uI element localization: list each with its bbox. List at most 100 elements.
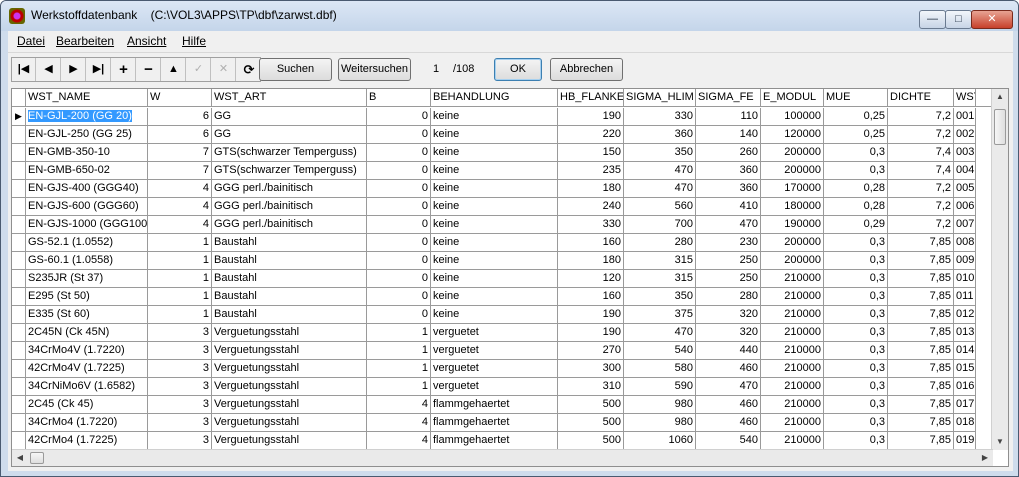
scroll-up-icon[interactable]: ▲ [992, 89, 1008, 105]
table-cell[interactable]: 7,85 [888, 252, 954, 270]
table-cell[interactable]: flammgehaertet [431, 432, 558, 450]
table-cell[interactable]: verguetet [431, 378, 558, 396]
table-cell[interactable]: EN-GJS-400 (GGG40) [26, 180, 148, 198]
table-cell[interactable]: 7,85 [888, 378, 954, 396]
table-row[interactable]: GS-52.1 (1.0552) 1 Baustahl 0 keine 160 280 230… [12, 234, 1008, 252]
table-row[interactable]: E295 (St 50) 1 Baustahl 0 keine 160 350 280 2100… [12, 288, 1008, 306]
table-cell[interactable]: keine [431, 270, 558, 288]
table-cell[interactable]: 4 [367, 396, 431, 414]
table-cell[interactable]: 0 [367, 216, 431, 234]
table-cell[interactable]: 0,3 [824, 144, 888, 162]
prior-record-icon[interactable]: ◀ [37, 58, 61, 81]
table-cell[interactable]: 240 [558, 198, 624, 216]
table-cell[interactable]: GGG perl./bainitisch [212, 180, 367, 198]
table-cell[interactable]: 180 [558, 252, 624, 270]
table-cell[interactable]: 980 [624, 396, 696, 414]
post-record-icon[interactable]: ✓ [187, 58, 211, 81]
table-row[interactable]: 34CrMo4V (1.7220) 3 Verguetungsstahl 1 vergu… [12, 342, 1008, 360]
refresh-icon[interactable]: ⟳ [237, 58, 261, 81]
table-cell[interactable]: 190000 [761, 216, 824, 234]
table-row[interactable]: EN-GJS-400 (GGG40) 4 GGG perl./bainitisch 0… [12, 180, 1008, 198]
table-cell[interactable]: 0 [367, 162, 431, 180]
table-cell[interactable]: 010 [954, 270, 976, 288]
table-cell[interactable]: 560 [624, 198, 696, 216]
table-cell[interactable]: keine [431, 162, 558, 180]
table-cell[interactable]: 4 [148, 180, 212, 198]
table-cell[interactable]: GG [212, 126, 367, 144]
table-cell[interactable]: 0,3 [824, 342, 888, 360]
table-cell[interactable]: 250 [696, 252, 761, 270]
table-cell[interactable]: 470 [696, 216, 761, 234]
table-cell[interactable]: 540 [624, 342, 696, 360]
table-cell[interactable]: 440 [696, 342, 761, 360]
table-cell[interactable]: 2C45N (Ck 45N) [26, 324, 148, 342]
table-cell[interactable]: 210000 [761, 270, 824, 288]
table-cell[interactable]: 007 [954, 216, 976, 234]
table-cell[interactable]: 34CrMo4 (1.7220) [26, 414, 148, 432]
table-cell[interactable]: 200000 [761, 162, 824, 180]
table-cell[interactable]: 360 [696, 180, 761, 198]
table-cell[interactable]: 350 [624, 144, 696, 162]
table-cell[interactable]: keine [431, 234, 558, 252]
cancel-button[interactable]: Abbrechen [550, 58, 623, 81]
table-row[interactable]: 34CrNiMo6V (1.6582) 3 Verguetungsstahl 1 ver… [12, 378, 1008, 396]
table-cell[interactable]: 0 [367, 306, 431, 324]
table-cell[interactable]: 210000 [761, 396, 824, 414]
table-cell[interactable]: Baustahl [212, 288, 367, 306]
table-cell[interactable]: 009 [954, 252, 976, 270]
table-cell[interactable]: 0,25 [824, 126, 888, 144]
table-cell[interactable]: 0,3 [824, 324, 888, 342]
table-cell[interactable]: 7,85 [888, 324, 954, 342]
row-indicator[interactable] [12, 378, 26, 396]
table-row[interactable]: 34CrMo4 (1.7220) 3 Verguetungsstahl 4 flammg… [12, 414, 1008, 432]
table-cell[interactable]: keine [431, 288, 558, 306]
table-cell[interactable]: 6 [148, 108, 212, 126]
table-cell[interactable]: 0 [367, 270, 431, 288]
table-cell[interactable]: 260 [696, 144, 761, 162]
table-cell[interactable]: S235JR (St 37) [26, 270, 148, 288]
column-header[interactable]: W [148, 89, 212, 107]
table-cell[interactable]: 360 [624, 126, 696, 144]
horizontal-scrollbar[interactable]: ◀ ▶ [12, 449, 993, 466]
table-cell[interactable]: 700 [624, 216, 696, 234]
table-cell[interactable]: 1 [148, 234, 212, 252]
table-cell[interactable]: 460 [696, 396, 761, 414]
table-cell[interactable]: keine [431, 126, 558, 144]
table-cell[interactable]: 1 [148, 270, 212, 288]
table-cell[interactable]: keine [431, 180, 558, 198]
vertical-scroll-thumb[interactable] [994, 109, 1006, 145]
vertical-scrollbar[interactable]: ▲ ▼ [991, 89, 1008, 450]
table-cell[interactable]: 220 [558, 126, 624, 144]
table-cell[interactable]: 1060 [624, 432, 696, 450]
table-cell[interactable]: 7,4 [888, 144, 954, 162]
table-cell[interactable]: 320 [696, 324, 761, 342]
table-cell[interactable]: 200000 [761, 252, 824, 270]
table-cell[interactable]: 470 [696, 378, 761, 396]
table-cell[interactable]: keine [431, 198, 558, 216]
table-row[interactable]: EN-GJS-1000 (GGG100) 4 GGG perl./bainitisc… [12, 216, 1008, 234]
table-cell[interactable]: 580 [624, 360, 696, 378]
table-cell[interactable]: 0,3 [824, 234, 888, 252]
table-cell[interactable]: 280 [624, 234, 696, 252]
table-cell[interactable]: 0,3 [824, 432, 888, 450]
table-cell[interactable]: 0 [367, 144, 431, 162]
table-cell[interactable]: 120000 [761, 126, 824, 144]
table-cell[interactable]: 0,3 [824, 414, 888, 432]
table-cell[interactable]: 014 [954, 342, 976, 360]
table-cell[interactable]: 0,3 [824, 306, 888, 324]
table-cell[interactable]: EN-GMB-650-02 [26, 162, 148, 180]
table-cell[interactable]: 470 [624, 180, 696, 198]
table-cell[interactable]: 4 [367, 432, 431, 450]
table-cell[interactable]: 0 [367, 288, 431, 306]
title-bar[interactable]: Werkstoffdatenbank (C:\VOL3\APPS\TP\dbf\… [1, 1, 1018, 31]
table-cell[interactable]: 210000 [761, 288, 824, 306]
table-cell[interactable]: 330 [624, 108, 696, 126]
table-cell[interactable]: 980 [624, 414, 696, 432]
delete-record-icon[interactable]: − [137, 58, 161, 81]
table-cell[interactable]: 0,3 [824, 270, 888, 288]
table-cell[interactable]: 3 [148, 378, 212, 396]
row-indicator[interactable] [12, 162, 26, 180]
table-cell[interactable]: 7 [148, 144, 212, 162]
maximize-button[interactable]: □ [945, 10, 972, 29]
table-cell[interactable]: 1 [367, 324, 431, 342]
